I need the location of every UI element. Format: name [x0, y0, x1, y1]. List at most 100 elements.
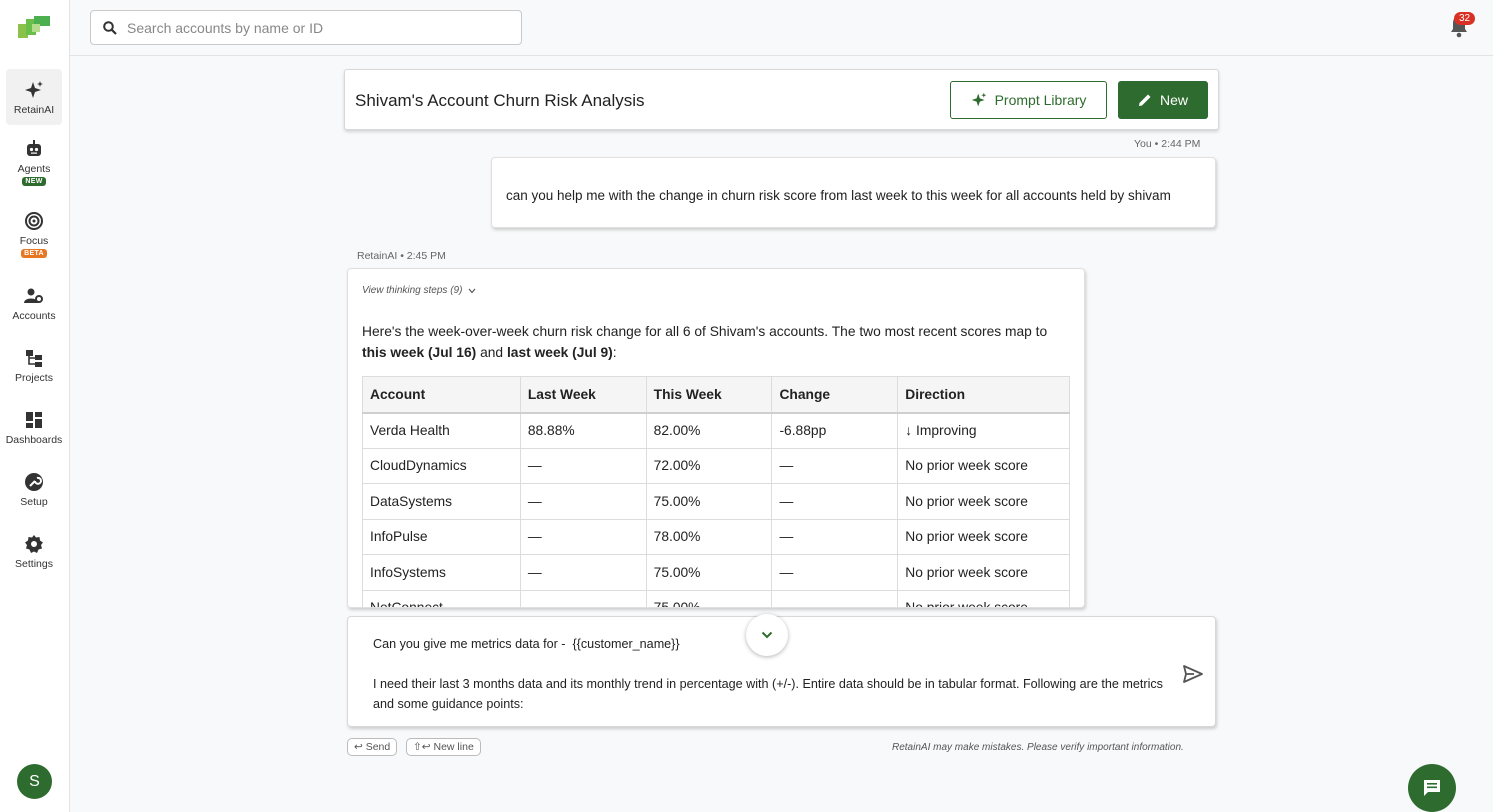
- dashboard-icon: [23, 409, 45, 431]
- header-last-week: Last Week: [519, 376, 647, 414]
- churn-risk-table: Account Last Week This Week Change Direc…: [362, 376, 1070, 607]
- user-message-text: can you help me with the change in churn…: [506, 188, 1171, 203]
- view-thinking-steps-toggle[interactable]: View thinking steps (9): [362, 285, 476, 296]
- top-bar: 32: [70, 0, 1493, 56]
- chevron-down-icon: [468, 288, 476, 293]
- sidebar-item-label: Projects: [15, 372, 53, 384]
- cell-last-week: —: [519, 447, 647, 484]
- this-week-label: this week (Jul 16): [362, 345, 477, 360]
- user-message-meta: You • 2:44 PM: [1134, 138, 1201, 150]
- chevron-down-icon: [761, 631, 773, 639]
- last-week-label: last week (Jul 9): [506, 345, 613, 360]
- sidebar: RetainAI Agents NEW Focus BETA Accounts …: [0, 0, 70, 812]
- cell-this-week: 75.00%: [645, 483, 773, 520]
- cell-last-week: —: [519, 483, 647, 520]
- search-input[interactable]: [127, 19, 507, 36]
- gear-icon: [23, 533, 45, 555]
- scroll-to-bottom-button[interactable]: [746, 614, 788, 656]
- header-change: Change: [771, 376, 899, 414]
- user-message-bubble: can you help me with the change in churn…: [491, 157, 1216, 228]
- sidebar-item-dashboards[interactable]: Dashboards: [6, 409, 62, 446]
- sidebar-item-setup[interactable]: Setup: [6, 471, 62, 508]
- sidebar-item-settings[interactable]: Settings: [6, 533, 62, 570]
- prompt-library-button[interactable]: Prompt Library: [950, 81, 1107, 119]
- cell-last-week: —: [519, 554, 647, 591]
- sparkle-icon: [971, 92, 986, 107]
- ai-message-meta: RetainAI • 2:45 PM: [357, 250, 446, 262]
- cell-this-week: 75.00%: [645, 554, 773, 591]
- cell-this-week: 82.00%: [645, 412, 773, 449]
- new-badge: NEW: [22, 177, 46, 186]
- cell-last-week: 88.88%: [519, 412, 647, 449]
- newline-shortcut-hint: ⇧↩ New line: [406, 738, 481, 756]
- cell-direction: ↓ Improving: [897, 412, 1070, 449]
- header-direction: Direction: [897, 376, 1070, 414]
- send-shortcut-hint: ↩ Send: [347, 738, 398, 756]
- header-this-week: This Week: [645, 376, 773, 414]
- cell-change: —: [771, 483, 899, 520]
- thinking-steps-label: View thinking steps (9): [362, 285, 463, 296]
- search-icon: [103, 20, 117, 35]
- cell-direction: No prior week score: [897, 554, 1070, 591]
- cell-account: CloudDynamics: [362, 447, 521, 484]
- intro-text: Here's the week-over-week churn risk cha…: [362, 324, 1048, 339]
- cell-this-week: 72.00%: [645, 447, 773, 484]
- search-box[interactable]: [90, 10, 522, 45]
- sidebar-item-label: Agents: [17, 163, 51, 175]
- cell-change: —: [771, 589, 899, 607]
- conversation-header: Shivam's Account Churn Risk Analysis Pro…: [344, 69, 1219, 130]
- intro-end: :: [612, 345, 617, 360]
- sidebar-item-label: RetainAI: [13, 104, 55, 116]
- table-row: InfoPulse — 78.00% — No prior week score: [362, 518, 1070, 555]
- ai-message-intro: Here's the week-over-week churn risk cha…: [362, 321, 1074, 363]
- pencil-icon: [1138, 94, 1151, 106]
- disclaimer-text: RetainAI may make mistakes. Please verif…: [892, 742, 1184, 753]
- app-logo[interactable]: [18, 16, 52, 40]
- cell-this-week: 75.00%: [645, 589, 773, 607]
- user-avatar[interactable]: S: [17, 764, 52, 799]
- intro-and: and: [476, 345, 507, 360]
- cell-account: NetConnect: [362, 589, 521, 607]
- beta-badge: BETA: [21, 249, 47, 258]
- cell-account: InfoSystems: [362, 554, 521, 591]
- table-row: InfoSystems — 75.00% — No prior week sco…: [362, 554, 1070, 591]
- sidebar-item-label: Accounts: [12, 310, 56, 322]
- chat-support-button[interactable]: [1408, 764, 1456, 812]
- page-title: Shivam's Account Churn Risk Analysis: [355, 91, 645, 110]
- header-account: Account: [362, 376, 521, 414]
- robot-icon: [23, 138, 45, 160]
- sidebar-item-accounts[interactable]: Accounts: [6, 285, 62, 322]
- target-icon: [23, 210, 45, 232]
- sidebar-item-focus[interactable]: Focus BETA: [6, 210, 62, 258]
- notification-count-badge: 32: [1454, 12, 1476, 25]
- new-chat-label: New: [1159, 92, 1188, 108]
- cell-change: —: [771, 554, 899, 591]
- main-content: Shivam's Account Churn Risk Analysis Pro…: [70, 56, 1493, 812]
- new-chat-button[interactable]: New: [1118, 81, 1208, 119]
- cell-last-week: —: [519, 589, 647, 607]
- prompt-library-label: Prompt Library: [994, 92, 1087, 108]
- sparkle-icon: [23, 79, 45, 101]
- sidebar-item-label: Focus: [19, 235, 49, 247]
- send-icon[interactable]: [1182, 663, 1204, 685]
- table-row: DataSystems — 75.00% — No prior week sco…: [362, 483, 1070, 520]
- chat-icon: [1424, 780, 1440, 796]
- sidebar-item-label: Settings: [15, 558, 53, 570]
- sidebar-item-retainai[interactable]: RetainAI: [6, 69, 62, 125]
- cell-change: —: [771, 447, 899, 484]
- hierarchy-icon: [23, 347, 45, 369]
- cell-change: —: [771, 518, 899, 555]
- cell-account: Verda Health: [362, 412, 521, 449]
- table-row: CloudDynamics — 72.00% — No prior week s…: [362, 447, 1070, 484]
- cell-change: -6.88pp: [771, 412, 899, 449]
- users-gear-icon: [23, 285, 45, 307]
- sidebar-item-agents[interactable]: Agents NEW: [6, 138, 62, 186]
- sidebar-item-label: Setup: [20, 496, 48, 508]
- cell-direction: No prior week score: [897, 589, 1070, 607]
- sidebar-item-projects[interactable]: Projects: [6, 347, 62, 384]
- wrench-icon: [23, 471, 45, 493]
- table-row: NetConnect — 75.00% — No prior week scor…: [362, 589, 1070, 607]
- cell-direction: No prior week score: [897, 483, 1070, 520]
- sidebar-item-label: Dashboards: [5, 434, 63, 446]
- cell-account: DataSystems: [362, 483, 521, 520]
